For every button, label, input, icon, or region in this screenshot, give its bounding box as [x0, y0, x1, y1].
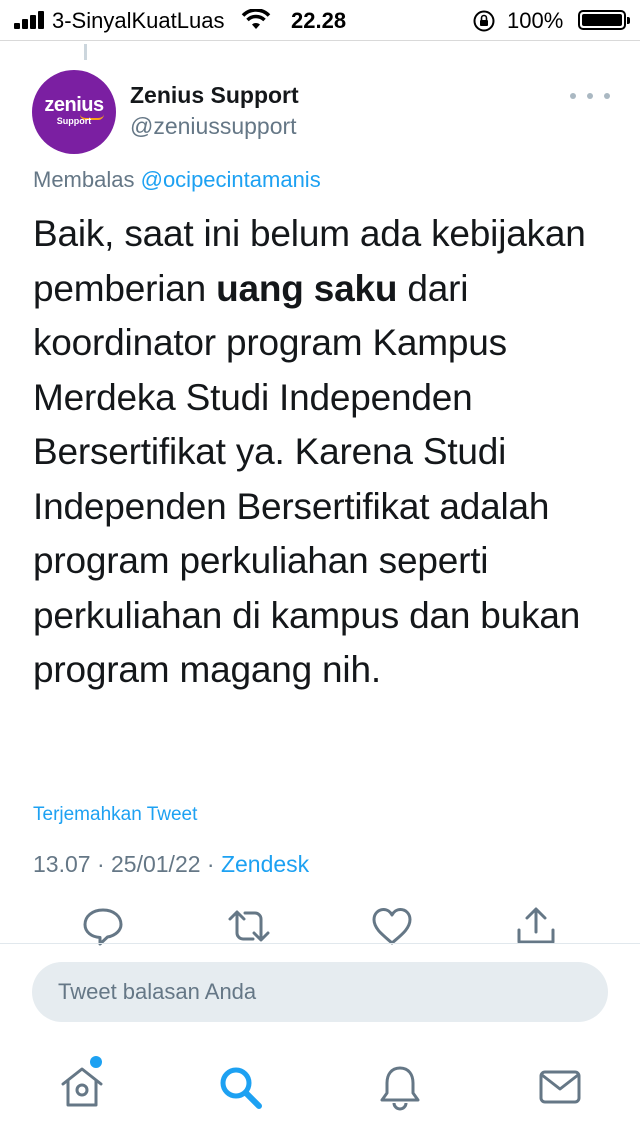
tweet-meta: 13.07 · 25/01/22 · Zendesk [33, 851, 309, 878]
status-divider [0, 40, 640, 41]
avatar[interactable]: zenius Support [32, 70, 116, 154]
tweet-text: Baik, saat ini belum ada kebijakan pembe… [33, 207, 613, 698]
more-options-icon[interactable] [570, 86, 610, 106]
battery-icon [578, 10, 630, 30]
tweet-source-link[interactable]: Zendesk [221, 851, 309, 877]
cellular-signal-icon [14, 11, 48, 29]
translate-tweet-link[interactable]: Terjemahkan Tweet [33, 804, 197, 826]
share-icon[interactable] [514, 906, 558, 946]
status-time: 22.28 [291, 8, 347, 33]
notifications-icon[interactable] [375, 1062, 425, 1112]
retweet-icon[interactable] [227, 906, 271, 946]
home-notification-dot [90, 1056, 102, 1068]
tweet-timestamp: 13.07 · 25/01/22 · [33, 851, 221, 877]
reply-context: Membalas @ocipecintamanis [33, 167, 321, 193]
messages-icon[interactable] [535, 1062, 585, 1112]
reply-icon[interactable] [81, 906, 125, 946]
reply-compose-box[interactable] [32, 962, 608, 1022]
thread-connector [84, 44, 87, 60]
reply-mention-link[interactable]: @ocipecintamanis [141, 167, 321, 192]
action-divider [0, 943, 640, 944]
carrier-name: 3-SinyalKuatLuas [52, 8, 225, 33]
reply-input[interactable] [58, 962, 578, 1022]
author-name[interactable]: Zenius Support [130, 82, 299, 109]
wifi-icon [240, 8, 272, 31]
tweet-text-bold: uang saku [216, 267, 398, 309]
avatar-brand-sub: Support [56, 116, 92, 126]
like-icon[interactable] [370, 906, 414, 946]
home-icon[interactable] [57, 1062, 107, 1112]
rotation-lock-icon [472, 9, 496, 33]
status-bar: 3-SinyalKuatLuas 22.28 100% [0, 0, 640, 40]
battery-percent: 100% [507, 8, 564, 33]
author-handle[interactable]: @zeniussupport [130, 113, 297, 140]
reply-prefix: Membalas [33, 167, 135, 192]
search-icon[interactable] [215, 1062, 265, 1112]
tweet-text-part-2: dari koordinator program Kampus Merdeka … [33, 267, 581, 691]
